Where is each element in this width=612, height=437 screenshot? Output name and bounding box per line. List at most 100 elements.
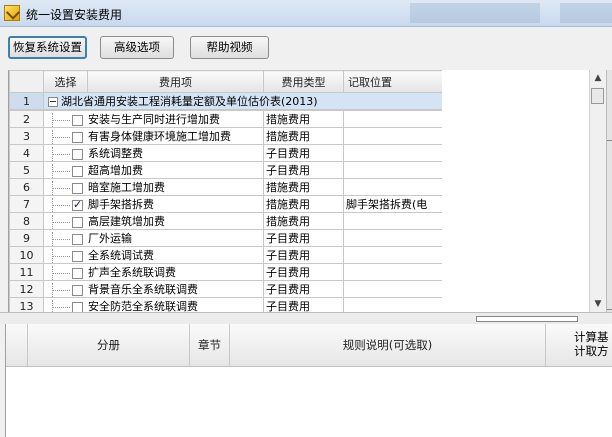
select-checkbox[interactable] [72, 233, 83, 245]
table-row[interactable]: 4 系统调整费 子目费用 [9, 144, 443, 162]
row-number: 11 [9, 263, 44, 281]
fee-item-cell[interactable]: 全系统调试费 [43, 246, 264, 264]
table-row[interactable]: 9 厂外运输 子目费用 [9, 229, 443, 247]
column-header-volume[interactable]: 分册 [28, 324, 190, 366]
table-row[interactable]: 8 高层建筑增加费 措施费用 [9, 212, 443, 230]
select-checkbox[interactable] [72, 301, 83, 312]
fee-item-cell[interactable]: 厂外运输 [43, 229, 264, 247]
fee-type-cell[interactable]: 子目费用 [263, 280, 344, 298]
column-header-position[interactable]: 记取位置 [343, 70, 443, 93]
select-checkbox[interactable] [72, 216, 83, 228]
fee-type-cell[interactable]: 子目费用 [263, 229, 344, 247]
select-checkbox[interactable] [72, 250, 83, 262]
splitter-handle[interactable] [476, 316, 578, 322]
row-number: 2 [9, 110, 44, 128]
fee-type-cell[interactable]: 措施费用 [263, 110, 344, 128]
fee-item-cell[interactable]: 背景音乐全系统联调费 [43, 280, 264, 298]
table-row[interactable]: 12 背景音乐全系统联调费 子目费用 [9, 280, 443, 298]
fee-item-cell[interactable]: 超高增加费 [43, 161, 264, 179]
position-cell[interactable] [343, 246, 443, 264]
tree-line [46, 283, 72, 297]
select-checkbox[interactable] [72, 267, 83, 279]
rules-grid-header: 分册 章节 规则说明(可选取) 计算基 计取方 [6, 324, 612, 367]
fee-items-grid[interactable]: 选择 费用项 费用类型 记取位置 1 湖北省通用安装工程消耗量定额及单位估价表(… [8, 70, 443, 312]
group-cell[interactable]: 湖北省通用安装工程消耗量定额及单位估价表(2013) [43, 92, 443, 110]
tree-line [46, 266, 72, 280]
fee-type-cell[interactable]: 子目费用 [263, 161, 344, 179]
fee-type-cell[interactable]: 措施费用 [263, 195, 344, 213]
advanced-options-button[interactable]: 高级选项 [100, 36, 174, 59]
fee-item-label: 暗室施工增加费 [88, 181, 165, 194]
table-row[interactable]: 7 脚手架搭拆费 措施费用脚手架搭拆费(电 [9, 195, 443, 213]
position-cell[interactable] [343, 280, 443, 298]
position-cell[interactable] [343, 110, 443, 128]
title-bar-controls[interactable] [560, 3, 612, 23]
fee-type-cell[interactable]: 措施费用 [263, 178, 344, 196]
grid-empty-area [442, 70, 589, 312]
scroll-thumb[interactable] [591, 88, 604, 104]
scroll-down-icon[interactable]: ▼ [590, 296, 606, 312]
position-cell[interactable] [343, 229, 443, 247]
select-checkbox[interactable] [72, 165, 83, 177]
row-number: 10 [9, 246, 44, 264]
panel-splitter[interactable] [0, 312, 612, 324]
fee-type-cell[interactable]: 措施费用 [263, 127, 344, 145]
tree-line [46, 249, 72, 263]
group-row[interactable]: 1 湖北省通用安装工程消耗量定额及单位估价表(2013) [9, 92, 443, 110]
select-checkbox[interactable] [72, 131, 83, 143]
fee-item-cell[interactable]: 脚手架搭拆费 [43, 195, 264, 213]
select-checkbox[interactable] [72, 284, 83, 296]
fee-item-cell[interactable]: 安全防范全系统联调费 [43, 297, 264, 312]
fee-item-cell[interactable]: 暗室施工增加费 [43, 178, 264, 196]
fee-type-cell[interactable]: 子目费用 [263, 246, 344, 264]
row-number: 3 [9, 127, 44, 145]
select-checkbox[interactable] [72, 198, 83, 211]
fee-item-cell[interactable]: 安装与生产同时进行增加费 [43, 110, 264, 128]
fee-item-label: 脚手架搭拆费 [88, 198, 154, 211]
table-row[interactable]: 3 有害身体健康环境施工增加费 措施费用 [9, 127, 443, 145]
position-cell[interactable] [343, 178, 443, 196]
fee-rows: 2 安装与生产同时进行增加费 措施费用 3 有害身体健康环境施工增加费 措施费用 4 系统调整… [9, 110, 443, 312]
position-cell[interactable] [343, 161, 443, 179]
row-number: 13 [9, 297, 44, 312]
select-checkbox[interactable] [72, 148, 83, 160]
table-row[interactable]: 6 暗室施工增加费 措施费用 [9, 178, 443, 196]
position-cell[interactable] [343, 297, 443, 312]
fee-item-cell[interactable]: 扩声全系统联调费 [43, 263, 264, 281]
group-label: 湖北省通用安装工程消耗量定额及单位估价表(2013) [61, 95, 318, 108]
table-row[interactable]: 10 全系统调试费 子目费用 [9, 246, 443, 264]
help-video-button[interactable]: 帮助视频 [190, 36, 269, 59]
table-row[interactable]: 13 安全防范全系统联调费 子目费用 [9, 297, 443, 312]
column-header-fee-item[interactable]: 费用项 [87, 70, 264, 93]
table-row[interactable]: 11 扩声全系统联调费 子目费用 [9, 263, 443, 281]
column-header-select[interactable]: 选择 [43, 70, 88, 93]
restore-system-settings-button[interactable]: 恢复系统设置 [8, 36, 87, 59]
fee-type-cell[interactable]: 子目费用 [263, 297, 344, 312]
fee-type-cell[interactable]: 子目费用 [263, 144, 344, 162]
position-cell[interactable] [343, 127, 443, 145]
table-row[interactable]: 2 安装与生产同时进行增加费 措施费用 [9, 110, 443, 128]
vertical-scrollbar[interactable]: ▲ ▼ [589, 70, 606, 312]
table-row[interactable]: 5 超高增加费 子目费用 [9, 161, 443, 179]
column-header-chapter[interactable]: 章节 [190, 324, 230, 366]
select-checkbox[interactable] [72, 114, 83, 126]
fee-item-cell[interactable]: 系统调整费 [43, 144, 264, 162]
select-checkbox[interactable] [72, 182, 83, 194]
fee-type-cell[interactable]: 子目费用 [263, 263, 344, 281]
position-cell[interactable] [343, 263, 443, 281]
fee-item-cell[interactable]: 有害身体健康环境施工增加费 [43, 127, 264, 145]
position-cell[interactable] [343, 144, 443, 162]
column-header-fee-type[interactable]: 费用类型 [263, 70, 344, 93]
column-header-rule[interactable]: 规则说明(可选取) [230, 324, 546, 366]
position-cell[interactable] [343, 212, 443, 230]
fee-item-label: 超高增加费 [88, 164, 143, 177]
fee-item-label: 厂外运输 [88, 232, 132, 245]
fee-item-label: 高层建筑增加费 [88, 215, 165, 228]
tree-line [46, 147, 72, 161]
rules-grid[interactable]: 分册 章节 规则说明(可选取) 计算基 计取方 [5, 324, 612, 437]
fee-type-cell[interactable]: 措施费用 [263, 212, 344, 230]
position-cell[interactable]: 脚手架搭拆费(电 [343, 195, 443, 213]
collapse-icon[interactable] [48, 97, 58, 107]
fee-item-cell[interactable]: 高层建筑增加费 [43, 212, 264, 230]
scroll-up-icon[interactable]: ▲ [590, 70, 606, 86]
